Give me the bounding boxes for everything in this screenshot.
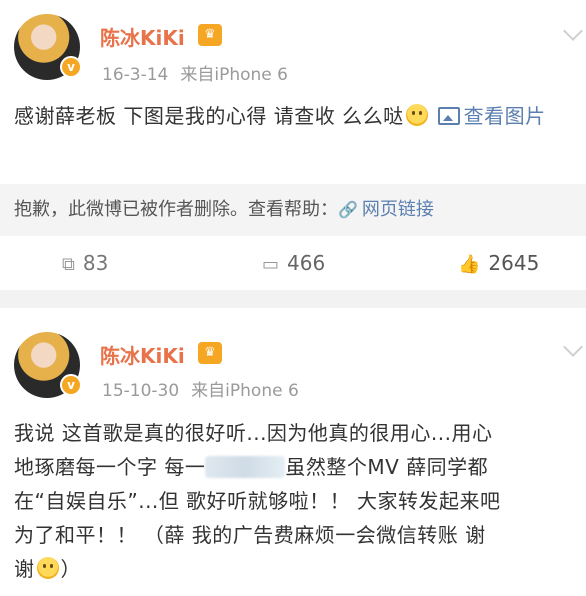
user-avatar[interactable]: v [14,14,82,80]
blurred-text [205,456,286,478]
post-source: 来自iPhone 6 [180,65,288,85]
post-text: 我说 这首歌是真的很好听...因为他真的很用心...用心 地琢磨每一个字 每一虽… [14,416,574,586]
link-icon: 🔗 [338,200,358,219]
like-button[interactable]: 👍 2645 [458,240,539,286]
username[interactable]: 陈冰KiKi [100,22,185,51]
action-bar: ⧉ 83 ▭ 466 👍 2645 [0,240,586,286]
username[interactable]: 陈冰KiKi [100,340,185,369]
smile-emoji-icon [36,557,59,579]
post-text-line: 在“自娱自乐”...但 歌好听就够啦！！ 大家转发起来吧 [14,489,501,513]
post-text: 感谢薛老板 下图是我的心得 请查收 么么哒 查看图片 [14,98,574,134]
comment-icon: ▭ [262,254,280,275]
vip-crown-icon: ♛ [198,24,222,46]
post-separator [0,290,586,308]
comment-button[interactable]: ▭ 466 [262,240,325,286]
chevron-down-icon[interactable] [563,337,583,357]
vip-crown-icon: ♛ [198,342,222,364]
post-date: 16-3-14 [102,65,169,85]
user-avatar[interactable]: v [14,332,82,398]
image-icon[interactable] [437,107,460,125]
verified-badge-icon: v [60,374,82,396]
chevron-down-icon[interactable] [563,21,583,41]
verified-badge-icon: v [60,56,82,78]
post-date: 15-10-30 [102,381,180,401]
post-meta: 15-10-30 来自iPhone 6 [102,376,299,401]
view-image-link[interactable]: 查看图片 [464,104,546,128]
web-link[interactable]: 🔗 网页链接 [338,199,434,220]
like-count: 2645 [488,251,540,275]
post-text-line: 为了和平！！ （薛 我的广告费麻烦一会微信转账 谢 [14,523,486,547]
post-text-line: 谢） [14,557,81,581]
weibo-post-2: v 陈冰KiKi ♛ 15-10-30 来自iPhone 6 我说 这首歌是真的很… [0,308,586,596]
smile-emoji-icon [405,104,428,126]
post-text-line: 地琢磨每一个字 每一 虽然整个MV 薛同学都 [14,455,489,479]
comment-count: 466 [287,251,326,275]
deleted-repost-box: 抱歉，此微博已被作者删除。查看帮助：🔗 网页链接 [0,184,586,236]
post-source: 来自iPhone 6 [191,381,299,401]
repost-button[interactable]: ⧉ 83 [62,240,108,286]
weibo-post-1: v 陈冰KiKi ♛ 16-3-14 来自iPhone 6 感谢薛老板 下图是我的… [0,0,586,290]
post-text-line: 我说 这首歌是真的很好听...因为他真的很用心...用心 [14,421,493,445]
repost-count: 83 [82,251,109,275]
post-text-content: 感谢薛老板 下图是我的心得 请查收 么么哒 [14,104,404,128]
deleted-notice: 抱歉，此微博已被作者删除。查看帮助： [14,199,338,220]
thumbs-up-icon: 👍 [458,254,481,275]
post-meta: 16-3-14 来自iPhone 6 [102,60,288,85]
repost-icon: ⧉ [62,254,75,275]
